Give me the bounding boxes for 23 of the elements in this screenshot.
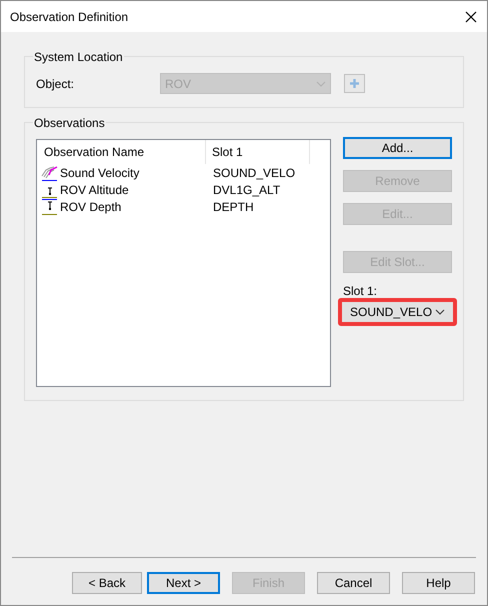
slot-label: Slot 1:: [343, 284, 378, 298]
dialog-button[interactable]: Add...: [343, 137, 452, 159]
dialog-button[interactable]: < Back: [72, 572, 142, 594]
column-header[interactable]: Slot 1: [206, 140, 310, 164]
dialog-button[interactable]: Help: [402, 572, 475, 594]
plus-icon: [349, 78, 360, 89]
close-icon[interactable]: [465, 10, 477, 22]
chevron-down-icon: [435, 309, 445, 315]
column-header[interactable]: Observation Name: [37, 140, 206, 164]
table-cell-text: DVL1G_ALT: [212, 182, 280, 198]
list-item[interactable]: ROV Altitude: [60, 180, 129, 198]
table-cell-text: SOUND_VELO: [212, 164, 296, 182]
dialog-button[interactable]: Cancel: [317, 572, 390, 594]
window-title: Observation Definition: [10, 8, 128, 26]
list-item[interactable]: ROV Depth: [60, 198, 122, 216]
slot-dropdown[interactable]: SOUND_VELO: [338, 298, 457, 326]
sound-velocity-icon: [41, 164, 59, 180]
chevron-down-icon: [316, 80, 326, 86]
table-cell-text: DEPTH: [212, 198, 254, 216]
dialog-button[interactable]: Next >: [147, 572, 220, 594]
list-item[interactable]: Sound Velocity: [60, 164, 140, 182]
object-label: Object:: [36, 76, 76, 92]
depth-icon: [41, 198, 59, 214]
